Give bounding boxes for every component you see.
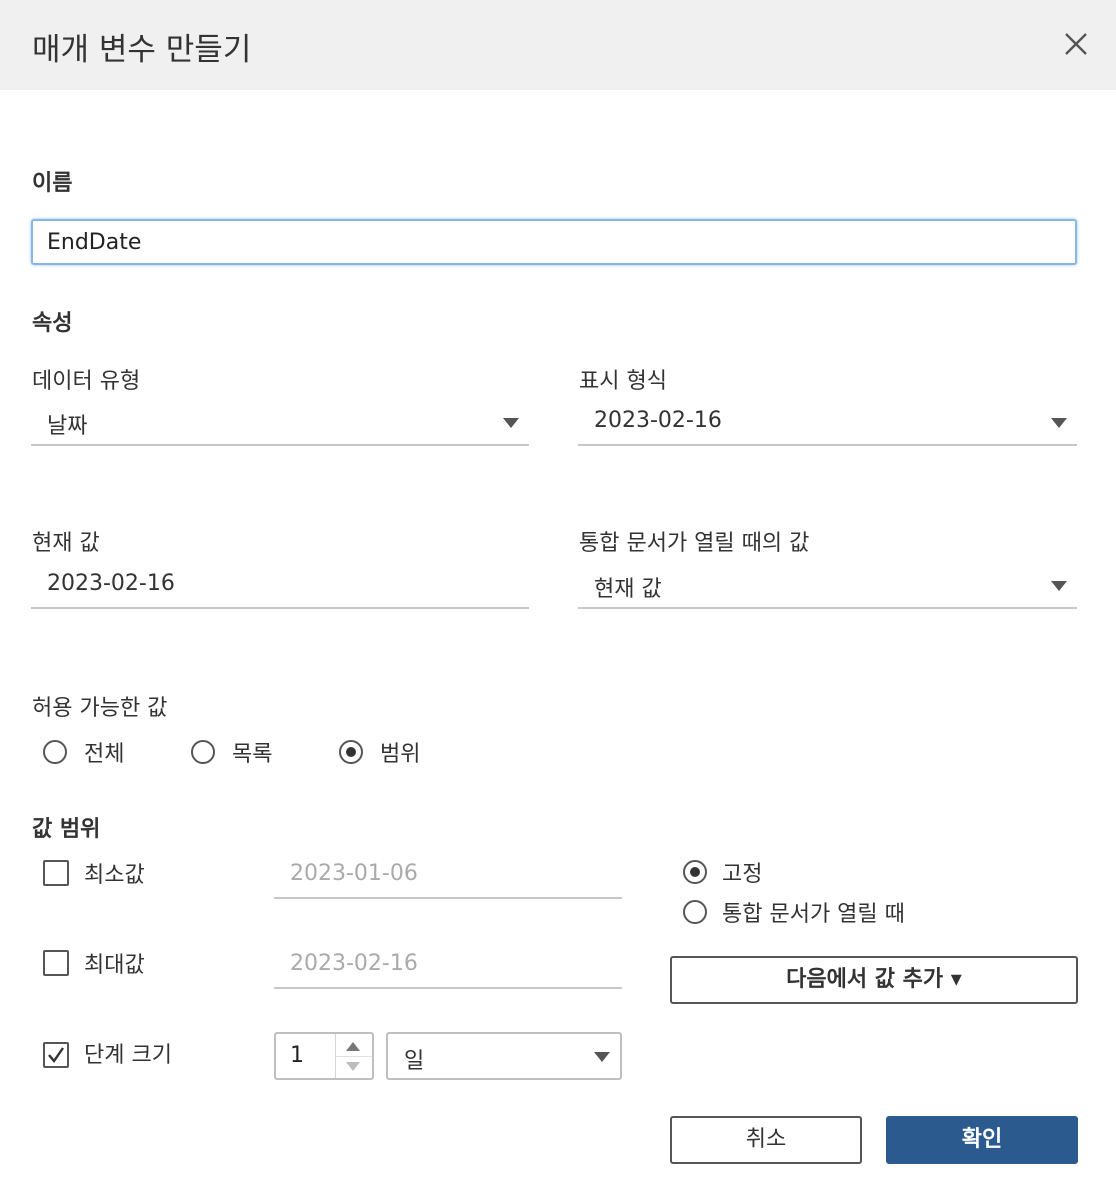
display-format-label: 표시 형식 bbox=[579, 369, 667, 394]
step-size-stepper[interactable]: 1 bbox=[274, 1032, 374, 1080]
maximum-label[interactable]: 최대값 bbox=[84, 947, 145, 979]
chevron-down-icon bbox=[594, 1052, 610, 1062]
close-button[interactable] bbox=[1058, 26, 1094, 62]
properties-heading: 속성 bbox=[32, 311, 73, 336]
stepper-up-icon[interactable] bbox=[346, 1042, 360, 1051]
add-values-from-button[interactable]: 다음에서 값 추가 ▾ bbox=[670, 956, 1078, 1004]
radio-workbook-open[interactable] bbox=[683, 900, 707, 924]
range-heading: 값 범위 bbox=[32, 817, 101, 842]
radio-all-label[interactable]: 전체 bbox=[84, 736, 124, 768]
minimum-field[interactable]: 2023-01-06 bbox=[274, 855, 622, 899]
radio-list-label[interactable]: 목록 bbox=[232, 736, 272, 768]
cancel-button[interactable]: 취소 bbox=[670, 1116, 862, 1164]
minimum-label[interactable]: 최소값 bbox=[84, 857, 145, 889]
workbook-open-dropdown[interactable]: 현재 값 bbox=[578, 565, 1077, 609]
radio-workbook-open-label[interactable]: 통합 문서가 열릴 때 bbox=[722, 896, 905, 928]
current-value-field[interactable]: 2023-02-16 bbox=[31, 565, 529, 609]
current-value-text: 2023-02-16 bbox=[47, 571, 175, 596]
close-icon bbox=[1065, 33, 1087, 55]
workbook-open-value: 현재 값 bbox=[594, 577, 662, 602]
step-size-value: 1 bbox=[290, 1043, 304, 1068]
maximum-checkbox[interactable] bbox=[43, 950, 69, 976]
stepper-buttons bbox=[335, 1034, 372, 1078]
maximum-value: 2023-02-16 bbox=[290, 951, 418, 976]
radio-range-label[interactable]: 범위 bbox=[380, 736, 420, 768]
dialog-title: 매개 변수 만들기 bbox=[32, 32, 252, 68]
display-format-dropdown[interactable]: 2023-02-16 bbox=[578, 402, 1077, 446]
name-input[interactable] bbox=[31, 219, 1077, 265]
radio-all[interactable] bbox=[43, 740, 67, 764]
step-size-label[interactable]: 단계 크기 bbox=[84, 1037, 172, 1069]
data-type-label: 데이터 유형 bbox=[32, 369, 141, 394]
ok-button[interactable]: 확인 bbox=[886, 1116, 1078, 1164]
chevron-down-icon bbox=[1051, 418, 1067, 428]
radio-range[interactable] bbox=[339, 740, 363, 764]
maximum-field[interactable]: 2023-02-16 bbox=[274, 945, 622, 989]
workbook-open-label: 통합 문서가 열릴 때의 값 bbox=[579, 531, 810, 556]
chevron-down-icon bbox=[1051, 581, 1067, 591]
step-unit-dropdown[interactable]: 일 bbox=[386, 1032, 622, 1080]
radio-fixed-label[interactable]: 고정 bbox=[722, 856, 762, 888]
stepper-divider bbox=[336, 1056, 372, 1057]
current-value-label: 현재 값 bbox=[32, 531, 100, 556]
minimum-checkbox[interactable] bbox=[43, 860, 69, 886]
step-size-checkbox[interactable] bbox=[43, 1042, 69, 1068]
data-type-value: 날짜 bbox=[47, 414, 88, 439]
display-format-value: 2023-02-16 bbox=[594, 408, 722, 433]
radio-fixed[interactable] bbox=[683, 860, 707, 884]
name-label: 이름 bbox=[32, 171, 73, 196]
radio-list[interactable] bbox=[191, 740, 215, 764]
data-type-dropdown[interactable]: 날짜 bbox=[31, 402, 529, 446]
minimum-value: 2023-01-06 bbox=[290, 861, 418, 886]
step-unit-value: 일 bbox=[404, 1049, 425, 1074]
stepper-down-icon[interactable] bbox=[346, 1062, 360, 1071]
check-icon bbox=[48, 1047, 64, 1063]
chevron-down-icon bbox=[503, 418, 519, 428]
allowable-values-label: 허용 가능한 값 bbox=[32, 696, 168, 721]
